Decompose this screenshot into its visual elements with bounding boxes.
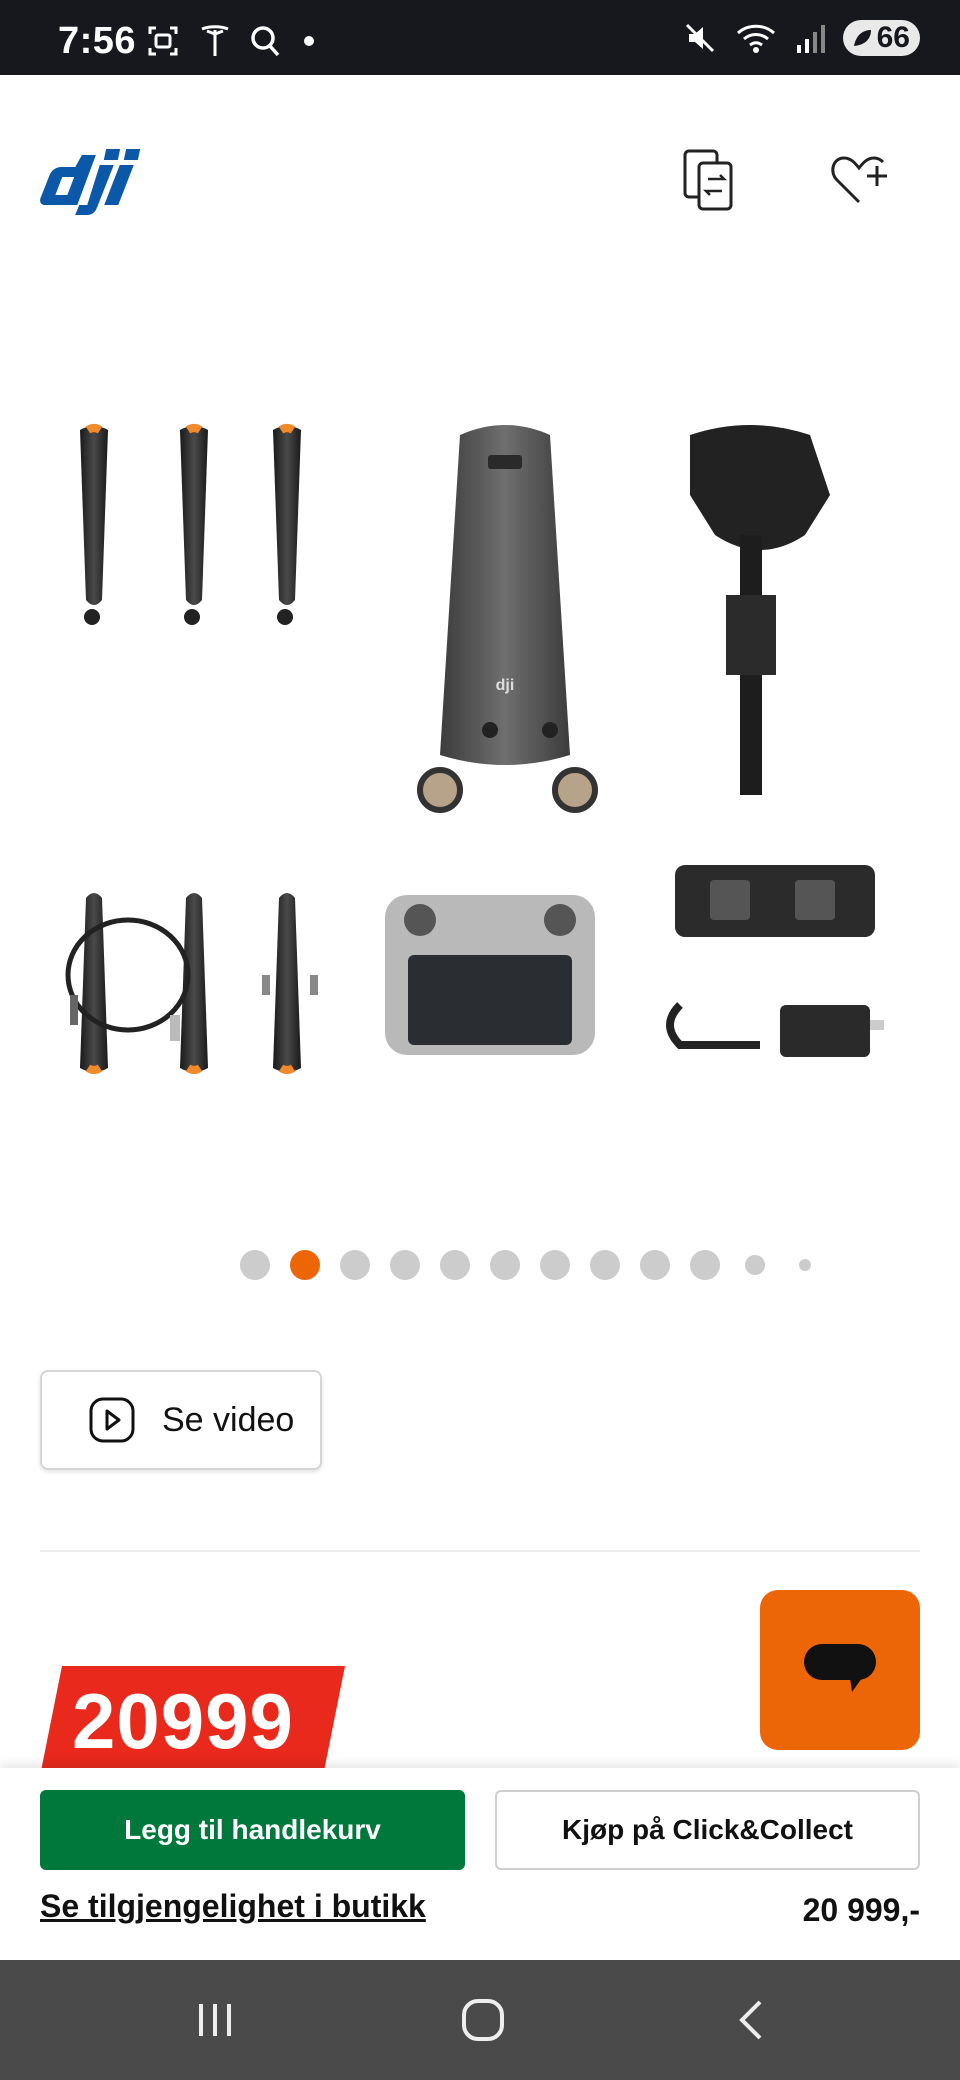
status-left-icons xyxy=(146,24,316,58)
price-formatted: 20 999,- xyxy=(802,1892,920,1928)
carousel-dot[interactable] xyxy=(440,1250,470,1280)
see-video-label: Se video xyxy=(162,1400,295,1439)
carousel-dot-active[interactable] xyxy=(290,1250,320,1280)
carousel-dot[interactable] xyxy=(690,1250,720,1280)
section-divider xyxy=(40,1550,920,1552)
heart-plus-icon[interactable] xyxy=(825,145,895,215)
carousel-dot[interactable] xyxy=(799,1259,811,1271)
propeller-holder xyxy=(690,425,830,795)
screenshot-icon xyxy=(148,26,178,56)
chat-button[interactable] xyxy=(760,1590,920,1750)
see-video-button[interactable]: Se video xyxy=(40,1370,322,1470)
status-time: 7:56 xyxy=(58,20,137,62)
remote-controller xyxy=(385,895,595,1055)
wifi-icon xyxy=(736,24,775,53)
carousel-dot[interactable] xyxy=(745,1255,765,1275)
site-header xyxy=(0,75,960,285)
battery-indicator: 66 xyxy=(842,20,920,56)
carousel-dot[interactable] xyxy=(640,1250,670,1280)
battery-level: 66 xyxy=(876,21,910,54)
signal-icon xyxy=(796,25,825,53)
carousel-dots xyxy=(0,1245,960,1285)
back-icon[interactable] xyxy=(722,1990,782,2050)
product-image: dji xyxy=(65,424,884,1074)
system-nav-bar xyxy=(0,1960,960,2080)
carousel-dot[interactable] xyxy=(590,1250,620,1280)
chat-bubble-icon xyxy=(804,1644,876,1692)
carousel-dot[interactable] xyxy=(490,1250,520,1280)
dji-logo[interactable] xyxy=(40,145,180,220)
status-right-icons: 66 xyxy=(683,20,920,56)
recent-apps-icon[interactable] xyxy=(185,1990,245,2050)
search-icon xyxy=(251,26,280,57)
carousel-dot[interactable] xyxy=(240,1250,270,1280)
dot-icon xyxy=(304,36,314,46)
svg-text:dji: dji xyxy=(496,677,515,694)
mute-icon xyxy=(685,23,714,53)
tesla-icon xyxy=(201,25,229,56)
battery-saver-icon xyxy=(853,30,871,46)
play-icon xyxy=(89,1397,135,1443)
home-icon[interactable] xyxy=(453,1990,513,2050)
click-collect-button[interactable]: Kjøp på Click&Collect xyxy=(495,1790,920,1870)
price-badge-value: 20999 xyxy=(72,1677,294,1765)
sticky-purchase-bar: Legg til handlekurv Kjøp på Click&Collec… xyxy=(0,1768,960,1960)
price-badge: 20999 xyxy=(40,1666,345,1776)
product-image-carousel[interactable]: dji xyxy=(40,395,920,1095)
compare-icon[interactable] xyxy=(675,145,745,215)
add-to-cart-button[interactable]: Legg til handlekurv xyxy=(40,1790,465,1870)
carousel-dot[interactable] xyxy=(390,1250,420,1280)
flight-battery xyxy=(675,865,875,937)
carousel-dot[interactable] xyxy=(340,1250,370,1280)
carousel-dot[interactable] xyxy=(540,1250,570,1280)
drone-body: dji xyxy=(417,425,598,813)
charger xyxy=(666,1002,884,1057)
store-availability-link[interactable]: Se tilgjengelighet i butikk xyxy=(40,1888,426,1925)
status-bar: 7:56 66 xyxy=(0,0,960,75)
